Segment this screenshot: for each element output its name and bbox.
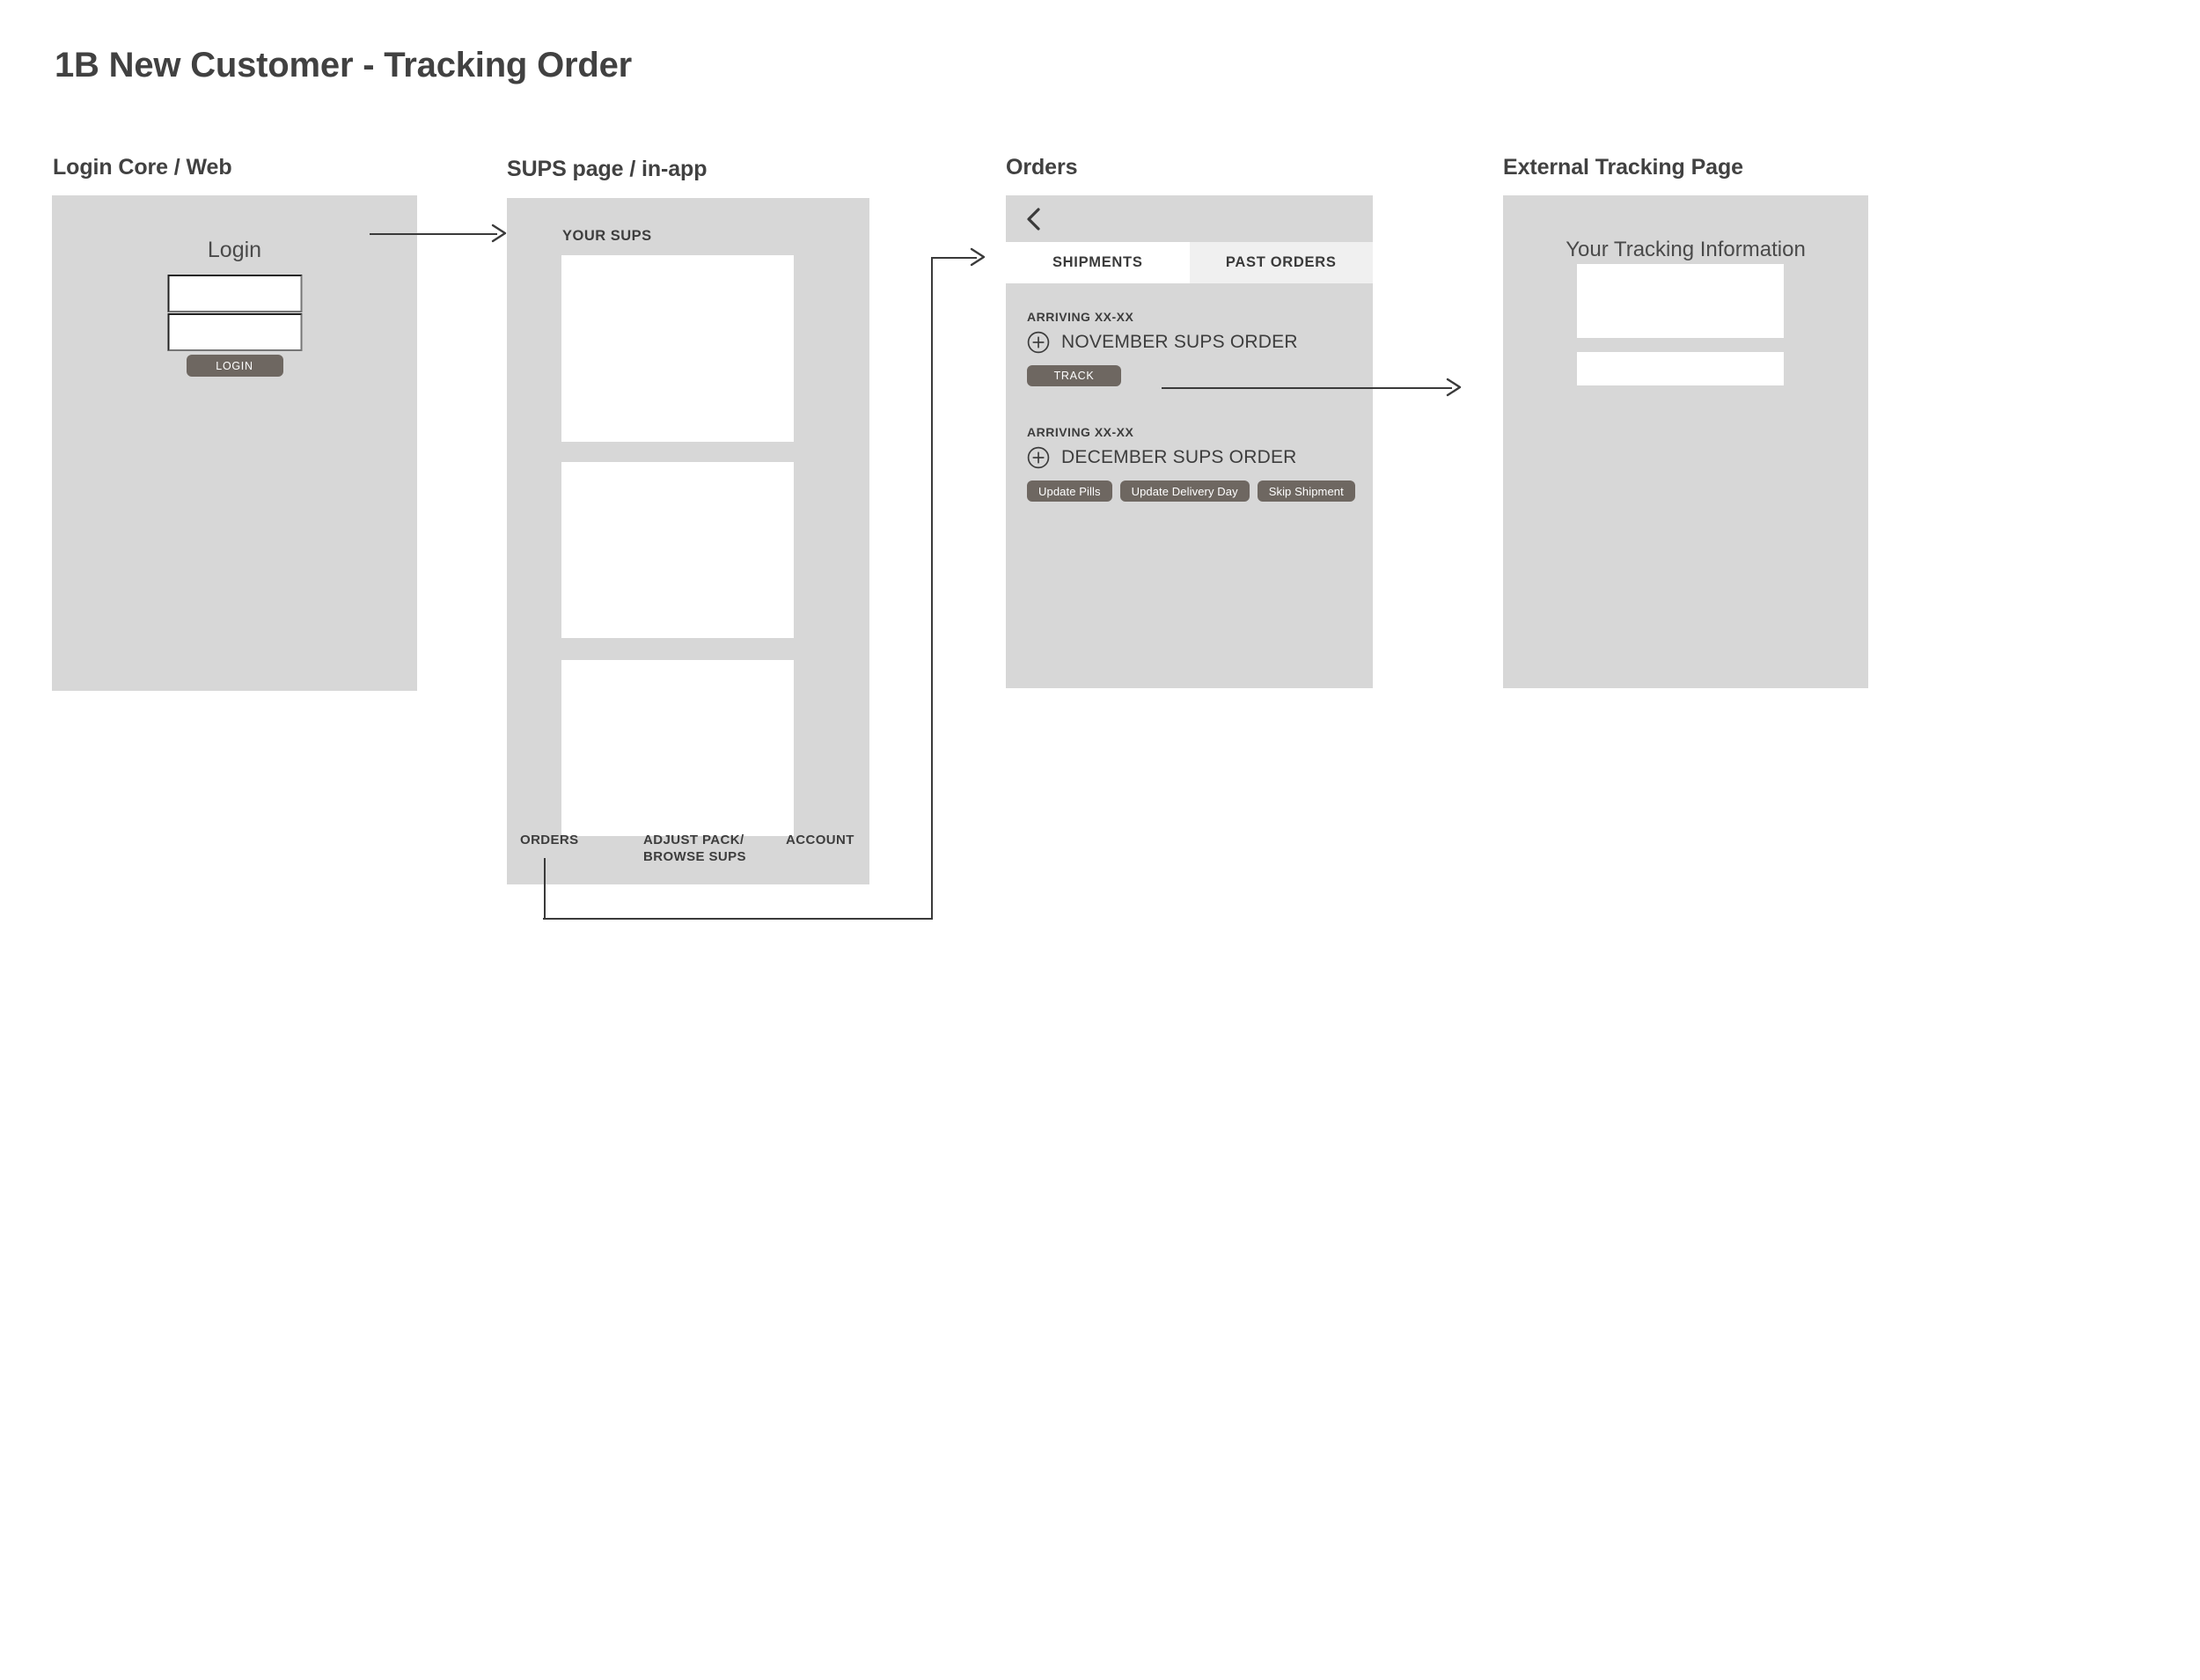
tab-past-orders[interactable]: PAST ORDERS (1189, 242, 1373, 283)
nav-item-orders[interactable]: ORDERS (520, 832, 579, 848)
section-label-sups: SUPS page / in-app (507, 157, 708, 181)
order-row[interactable]: NOVEMBER SUPS ORDER (1027, 331, 1298, 354)
order-row[interactable]: DECEMBER SUPS ORDER (1027, 446, 1355, 469)
connector-orders-segment-down (544, 858, 546, 920)
password-input[interactable] (167, 313, 302, 351)
order-name: DECEMBER SUPS ORDER (1061, 447, 1297, 467)
connector-orders-segment-right (543, 918, 932, 920)
nav-item-adjust-pack[interactable]: ADJUST PACK/ BROWSE SUPS (643, 832, 746, 865)
orders-top-bar (1006, 195, 1373, 242)
update-pills-button[interactable]: Update Pills (1027, 481, 1112, 502)
chevron-left-icon[interactable] (1023, 206, 1045, 232)
order-name: NOVEMBER SUPS ORDER (1061, 332, 1298, 352)
order-group: ARRIVING XX-XX NOVEMBER SUPS ORDER TRACK (1027, 310, 1298, 386)
connector-login-to-sups (370, 233, 497, 235)
order-group: ARRIVING XX-XX DECEMBER SUPS ORDER Updat… (1027, 425, 1355, 502)
login-button[interactable]: LOGIN (186, 355, 283, 377)
sups-heading: YOUR SUPS (562, 228, 652, 244)
plus-circle-icon[interactable] (1027, 446, 1050, 469)
plus-circle-icon[interactable] (1027, 331, 1050, 354)
arrowhead-nav-to-orders (968, 247, 987, 267)
section-label-external: External Tracking Page (1503, 155, 1743, 180)
order-actions: Update Pills Update Delivery Day Skip Sh… (1027, 481, 1355, 502)
sups-screen-panel: YOUR SUPS ORDERS ADJUST PACK/ BROWSE SUP… (507, 198, 869, 884)
skip-shipment-button[interactable]: Skip Shipment (1257, 481, 1355, 502)
order-actions: TRACK (1027, 365, 1298, 386)
orders-screen-panel: SHIPMENTS PAST ORDERS ARRIVING XX-XX NOV… (1006, 195, 1373, 688)
section-label-login: Login Core / Web (53, 155, 232, 180)
tracking-status-box (1577, 352, 1784, 385)
arrowhead-track-to-external (1444, 378, 1463, 397)
login-heading: Login (207, 238, 262, 262)
sups-card[interactable] (561, 660, 794, 836)
login-screen-panel: Login LOGIN (52, 195, 417, 691)
tracking-heading: Your Tracking Information (1566, 238, 1806, 261)
arrowhead-login-to-sups (489, 224, 509, 243)
update-delivery-day-button[interactable]: Update Delivery Day (1119, 481, 1250, 502)
sups-card[interactable] (561, 462, 794, 638)
connector-track-to-external (1162, 387, 1452, 389)
arriving-label: ARRIVING XX-XX (1027, 425, 1134, 439)
wireframe-canvas: 1B New Customer - Tracking Order Login C… (0, 0, 2200, 1680)
arriving-label: ARRIVING XX-XX (1027, 310, 1134, 324)
sups-card[interactable] (561, 255, 794, 442)
tab-shipments[interactable]: SHIPMENTS (1006, 242, 1190, 283)
bottom-nav: ORDERS ADJUST PACK/ BROWSE SUPS ACCOUNT (507, 832, 869, 884)
external-tracking-panel: Your Tracking Information (1503, 195, 1868, 688)
tracking-detail-box (1577, 264, 1784, 338)
username-input[interactable] (167, 275, 302, 312)
nav-item-account[interactable]: ACCOUNT (786, 832, 854, 848)
section-label-orders: Orders (1006, 155, 1078, 180)
connector-orders-segment-up (931, 257, 933, 920)
track-button[interactable]: TRACK (1027, 365, 1121, 386)
orders-list: ARRIVING XX-XX NOVEMBER SUPS ORDER TRACK (1006, 283, 1373, 688)
orders-tabs: SHIPMENTS PAST ORDERS (1006, 242, 1373, 283)
page-title: 1B New Customer - Tracking Order (55, 46, 633, 84)
